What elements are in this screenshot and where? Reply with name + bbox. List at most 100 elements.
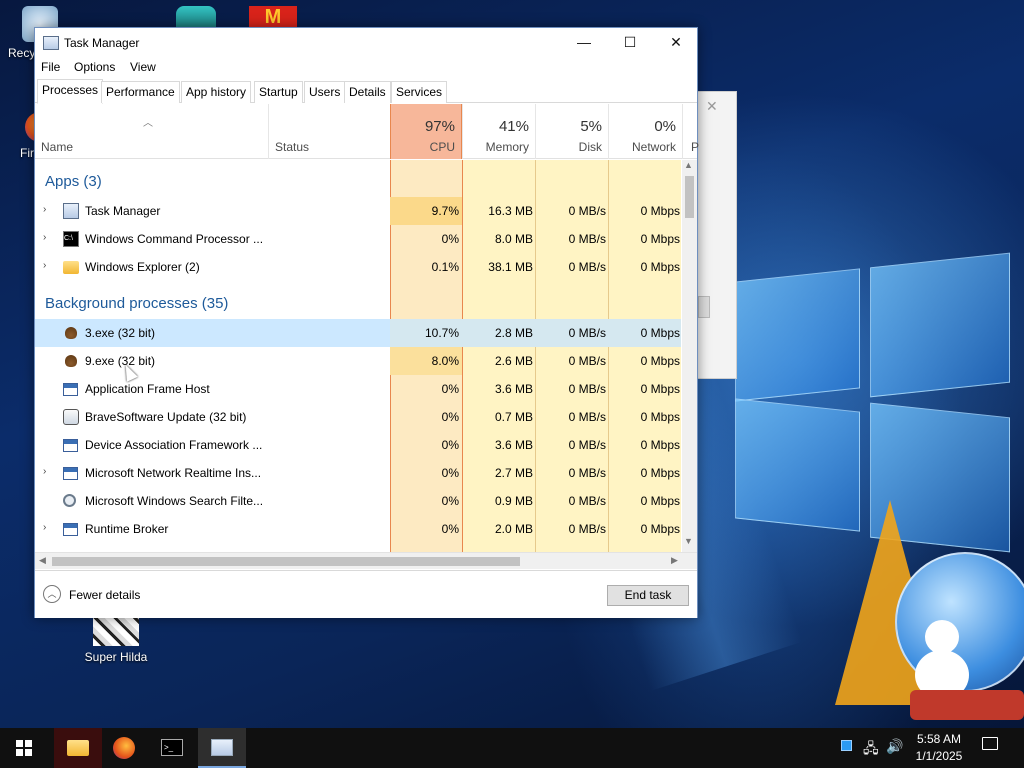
background-window[interactable]: ✕ [697,91,737,379]
scrollbar-thumb[interactable] [685,176,694,218]
column-cpu[interactable]: 97% CPU [390,104,462,159]
network-value: 0 Mbps [640,410,680,424]
cpu-label: CPU [429,140,455,154]
memory-value: 0.7 MB [494,410,533,424]
network-label: Network [631,140,676,154]
cmd-icon: >_ [161,739,183,756]
network-value: 0 Mbps [640,204,680,218]
taskbar-clock[interactable]: 5:58 AM 1/1/2025 [908,731,970,765]
footer: ︿ Fewer details End task [35,570,697,618]
taskbar-firefox[interactable] [100,728,148,768]
column-name[interactable]: Name [35,104,268,159]
tab-processes[interactable]: Processes [37,79,104,104]
column-power[interactable]: P [682,104,699,159]
table-row[interactable]: Device Association Framework ... 0% 3.6 … [35,431,681,459]
close-icon[interactable]: ✕ [706,98,718,115]
task-manager-icon [63,203,79,219]
process-name: BraveSoftware Update (32 bit) [85,410,247,424]
clock-time: 5:58 AM [916,732,962,746]
table-row[interactable]: › Microsoft Network Realtime Ins... 0% 2… [35,459,681,487]
vertical-scrollbar[interactable]: ▲ ▼ [682,160,697,552]
close-button[interactable]: ✕ [653,28,699,58]
group-header-background[interactable]: Background processes (35) [35,289,681,317]
notification-icon[interactable] [982,737,998,753]
cpu-value: 0% [441,522,459,536]
network-value: 0 Mbps [640,522,680,536]
disk-value: 0 MB/s [568,326,606,340]
game-character-icon[interactable] [176,6,216,28]
cpu-value: 10.7% [424,326,459,340]
super-hilda-icon [93,614,139,646]
title-bar[interactable]: Task Manager — ☐ ✕ [35,28,697,58]
network-value: 0 Mbps [640,466,680,480]
chevron-up-icon[interactable]: ︿ [43,585,61,603]
cmd-icon: C:\ [63,231,79,247]
expand-chevron-icon[interactable]: › [43,232,46,243]
table-row[interactable]: › C:\ Windows Command Processor ... 0% 8… [35,225,681,253]
column-memory[interactable]: 41% Memory [462,104,535,159]
horizontal-scrollbar[interactable]: ◀ ▶ [35,552,697,569]
column-network[interactable]: 0% Network [608,104,682,159]
process-name: Windows Explorer (2) [85,260,200,274]
mcdonalds-icon[interactable]: M [249,6,297,28]
poop-icon [65,355,77,367]
folder-icon [67,740,89,756]
tab-startup[interactable]: Startup [254,81,303,103]
scroll-right-icon[interactable]: ▶ [671,555,678,566]
menu-options[interactable]: Options [74,60,115,74]
expand-chevron-icon[interactable]: › [43,522,46,533]
column-disk[interactable]: 5% Disk [535,104,608,159]
desktop-icon-super-hilda[interactable]: Super Hilda [76,614,156,664]
network-value: 0 Mbps [640,438,680,452]
minimize-button[interactable]: — [561,28,607,58]
window-title: Task Manager [64,36,140,50]
group-header-apps[interactable]: Apps (3) [35,167,681,195]
firefox-icon [113,737,135,759]
tab-app-history[interactable]: App history [181,81,252,103]
taskbar-command-prompt[interactable]: >_ [148,728,196,768]
taskbar-file-explorer[interactable] [54,728,102,768]
start-button[interactable] [0,728,48,768]
table-row[interactable]: › Runtime Broker 0% 2.0 MB 0 MB/s 0 Mbps [35,515,681,543]
expand-chevron-icon[interactable]: › [43,466,46,477]
tray-blue-square-icon[interactable] [841,738,852,754]
tab-services[interactable]: Services [391,81,448,103]
fewer-details-link[interactable]: Fewer details [69,588,140,602]
network-icon[interactable]: 🖧 [863,738,879,762]
memory-value: 3.6 MB [494,382,533,396]
tab-details[interactable]: Details [344,81,391,103]
taskbar-task-manager[interactable] [198,728,246,768]
disk-value: 0 MB/s [568,232,606,246]
scroll-up-icon[interactable]: ▲ [684,160,693,170]
memory-label: Memory [485,140,529,154]
clock-date: 1/1/2025 [915,749,963,763]
expand-chevron-icon[interactable]: › [43,204,46,215]
memory-value: 2.6 MB [494,354,533,368]
tab-users[interactable]: Users [304,81,346,103]
app-window-icon [63,439,78,452]
menu-bar: File Options View [35,58,697,78]
background-window-control[interactable] [698,296,710,318]
table-row[interactable]: Microsoft Windows Search Filte... 0% 0.9… [35,487,681,515]
cpu-total: 97% [424,118,455,135]
disk-value: 0 MB/s [568,260,606,274]
scroll-down-icon[interactable]: ▼ [684,536,693,546]
tab-performance[interactable]: Performance [101,81,180,103]
column-status[interactable]: Status [268,104,390,159]
end-task-button[interactable]: End task [607,585,689,606]
process-name: Runtime Broker [85,522,169,536]
scroll-left-icon[interactable]: ◀ [39,555,46,566]
table-row-selected[interactable]: 3.exe (32 bit) 10.7% 2.8 MB 0 MB/s 0 Mbp… [35,319,681,347]
expand-chevron-icon[interactable]: › [43,260,46,271]
table-row[interactable]: › Task Manager 9.7% 16.3 MB 0 MB/s 0 Mbp… [35,197,681,225]
disk-total: 5% [580,118,602,135]
maximize-button[interactable]: ☐ [607,28,653,58]
disk-value: 0 MB/s [568,494,606,508]
table-row[interactable]: BraveSoftware Update (32 bit) 0% 0.7 MB … [35,403,681,431]
scrollbar-thumb[interactable] [52,557,520,566]
volume-icon[interactable]: 🔊 [886,738,903,755]
table-row[interactable]: › Windows Explorer (2) 0.1% 38.1 MB 0 MB… [35,253,681,281]
menu-file[interactable]: File [41,60,60,74]
menu-view[interactable]: View [130,60,156,74]
task-manager-icon [211,739,233,756]
